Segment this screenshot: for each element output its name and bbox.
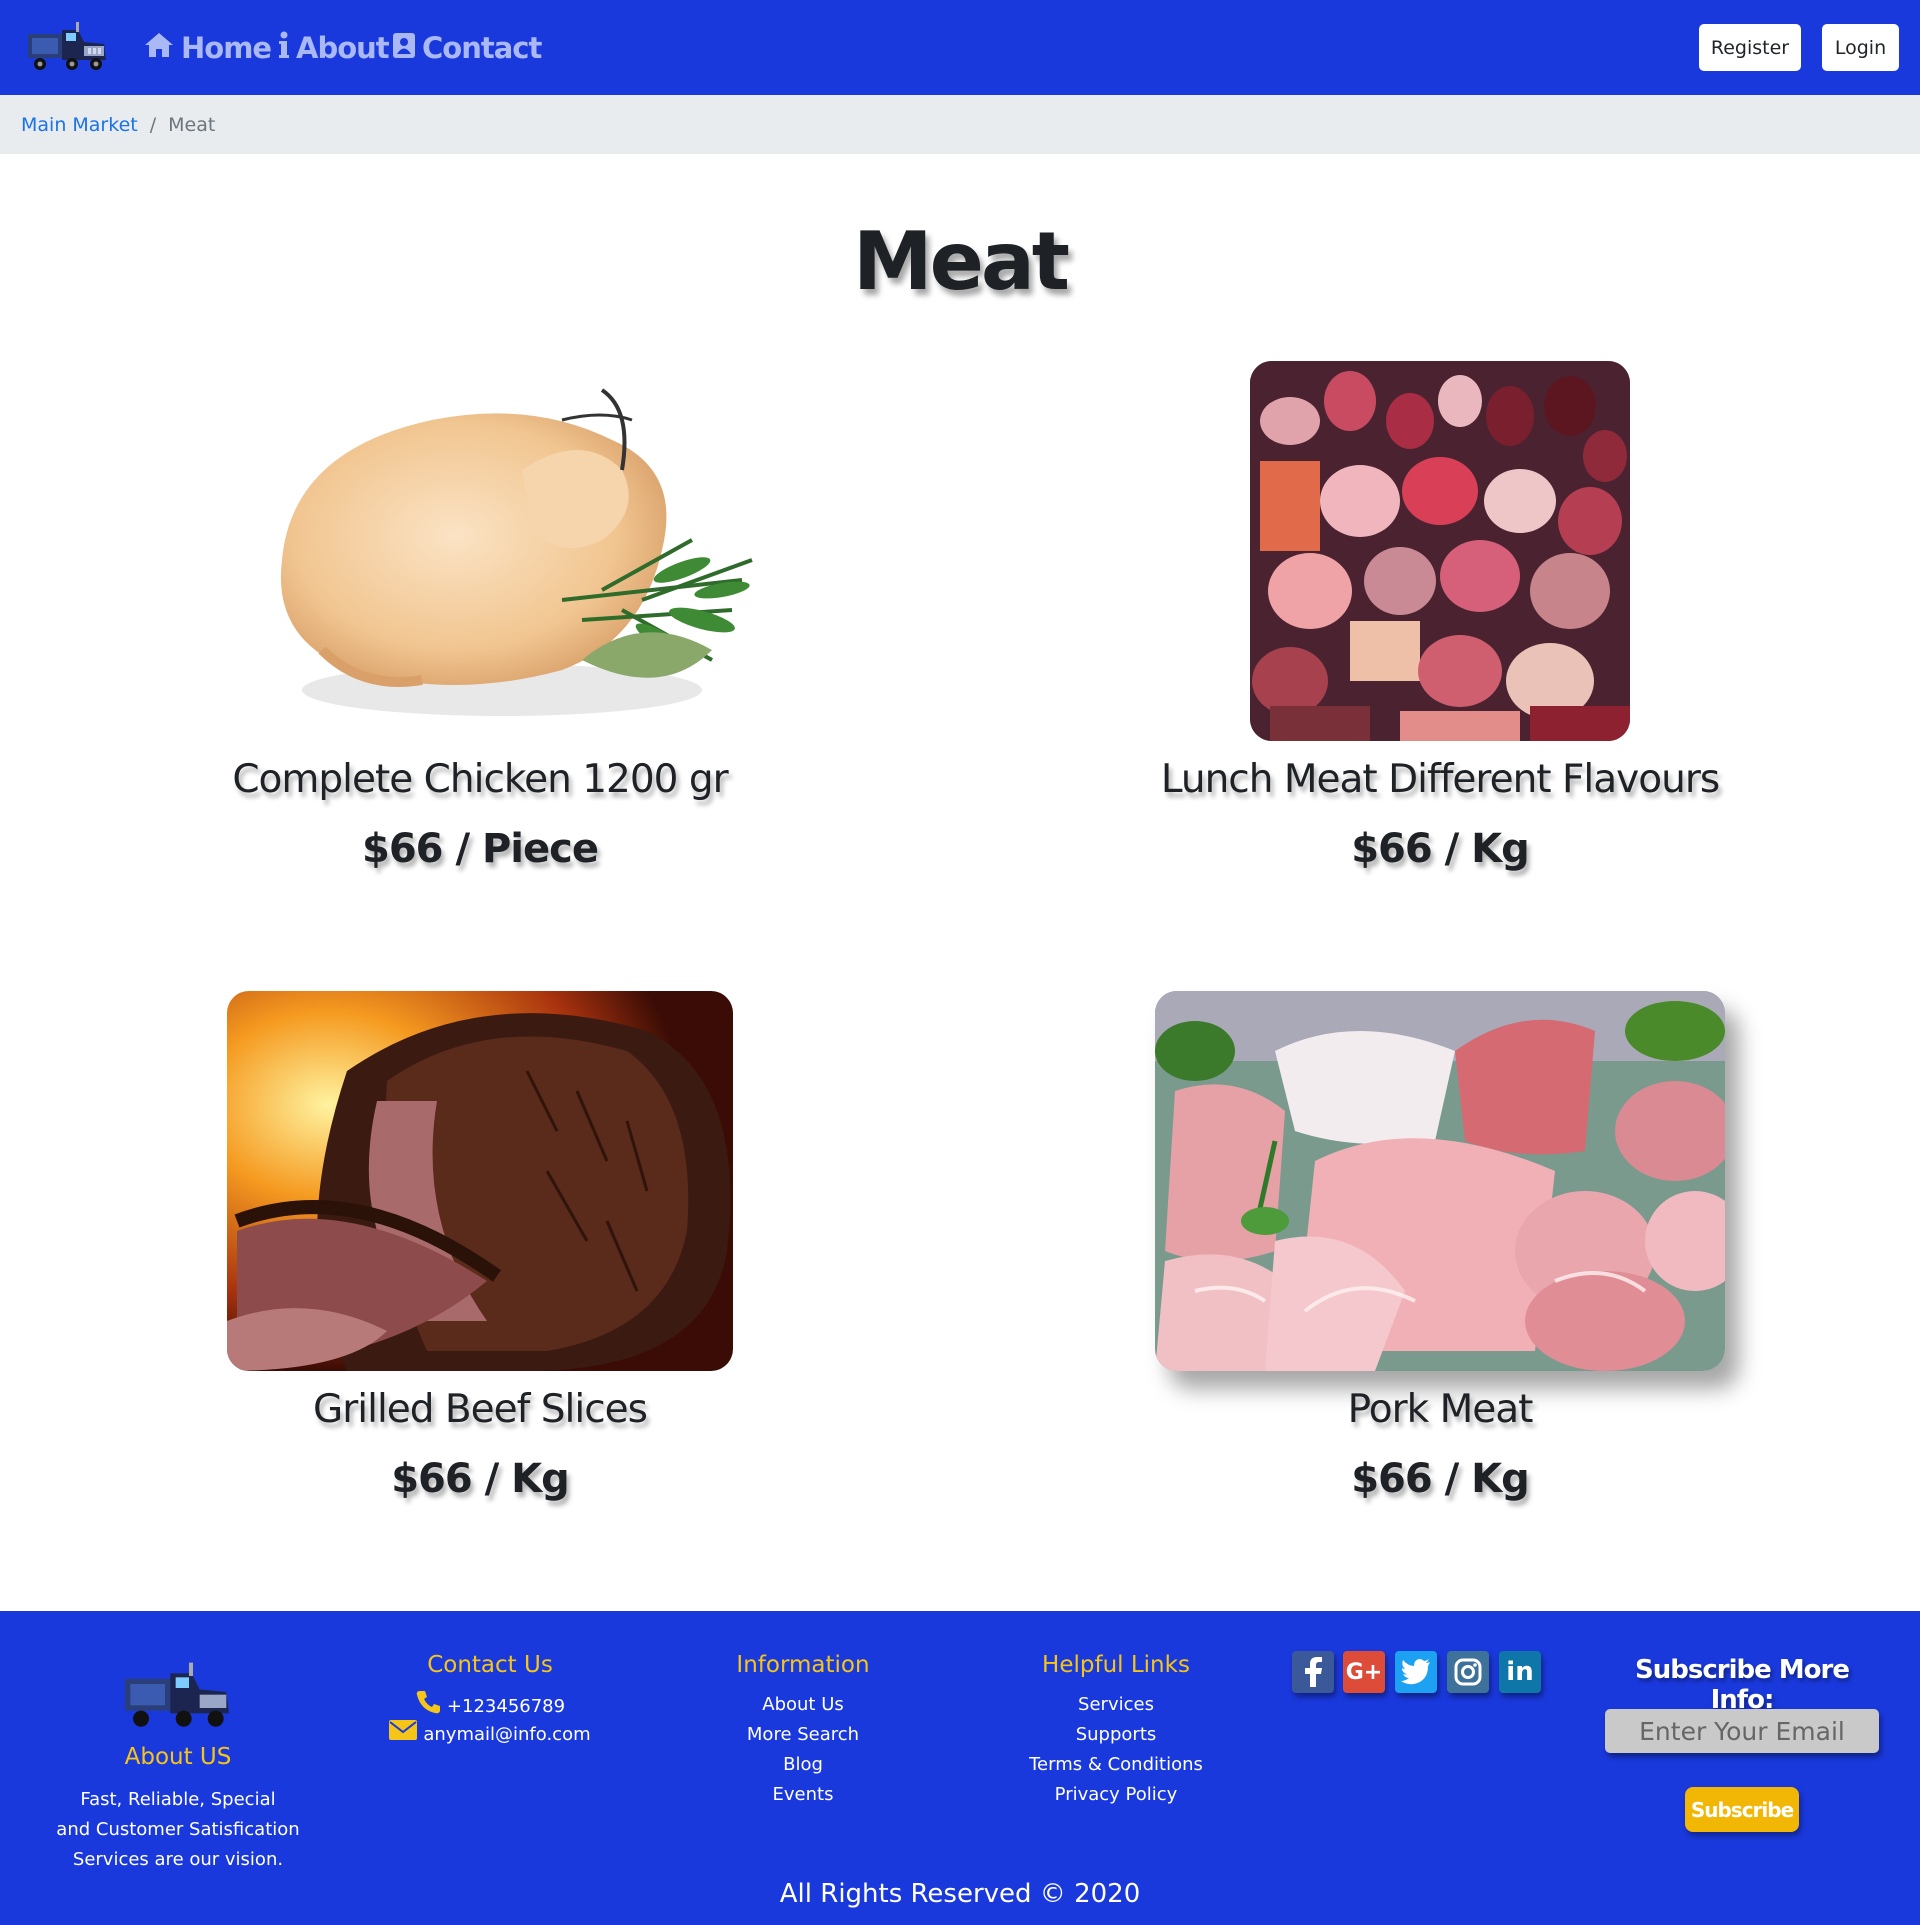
home-icon xyxy=(143,31,175,66)
product-name-chicken: Complete Chicken 1200 gr xyxy=(232,757,728,802)
footer-helpful-heading: Helpful Links xyxy=(1042,1652,1190,1678)
product-price-lunch-meat: $66 / Kg xyxy=(1351,826,1530,872)
register-button[interactable]: Register xyxy=(1699,24,1801,71)
product-name-pork-meat: Pork Meat xyxy=(1347,1387,1534,1432)
pork-meat-image[interactable] xyxy=(1155,991,1725,1371)
product-price-grilled-beef: $66 / Kg xyxy=(391,1456,570,1502)
copyright-text: All Rights Reserved © 2020 xyxy=(779,1879,1141,1909)
phone-icon xyxy=(415,1690,441,1724)
breadcrumb: Main Market / Meat xyxy=(0,95,1920,154)
footer-about-text: Fast, Reliable, Special and Customer Sat… xyxy=(28,1785,328,1875)
footer-phone[interactable]: +123456789 xyxy=(340,1690,640,1724)
page-title: Meat xyxy=(852,215,1070,308)
nav-home-link[interactable]: Home xyxy=(143,26,272,70)
breadcrumb-current: Meat xyxy=(168,113,216,136)
envelope-icon xyxy=(389,1720,418,1750)
product-name-lunch-meat: Lunch Meat Different Flavours xyxy=(1160,757,1720,802)
footer-link-more-search[interactable]: More Search xyxy=(653,1720,953,1750)
facebook-icon[interactable] xyxy=(1292,1651,1334,1693)
footer-about-heading: About US xyxy=(124,1744,232,1770)
footer-link-about-us[interactable]: About Us xyxy=(653,1690,953,1720)
footer-helpful-links: Services Supports Terms & Conditions Pri… xyxy=(966,1690,1266,1810)
subscribe-email-input[interactable] xyxy=(1605,1709,1879,1753)
login-button[interactable]: Login xyxy=(1822,24,1899,71)
footer-about-line: Fast, Reliable, Special xyxy=(80,1789,276,1810)
footer-contact-heading: Contact Us xyxy=(427,1652,553,1678)
footer-link-supports[interactable]: Supports xyxy=(966,1720,1266,1750)
breadcrumb-separator: / xyxy=(149,113,157,136)
footer-email[interactable]: anymail@info.com xyxy=(340,1720,640,1750)
footer-link-services[interactable]: Services xyxy=(966,1690,1266,1720)
instagram-icon[interactable] xyxy=(1447,1651,1489,1693)
grilled-beef-image[interactable] xyxy=(227,991,733,1371)
footer-truck-logo[interactable] xyxy=(122,1660,232,1732)
footer-information-heading: Information xyxy=(736,1652,870,1678)
nav-about-link[interactable]: About xyxy=(278,26,390,70)
product-price-pork-meat: $66 / Kg xyxy=(1351,1456,1530,1502)
footer-link-blog[interactable]: Blog xyxy=(653,1750,953,1780)
footer-about-line: and Customer Satisfication xyxy=(56,1819,300,1840)
twitter-icon[interactable] xyxy=(1395,1651,1437,1693)
subscribe-title: Subscribe More Info: xyxy=(1635,1655,1850,1715)
footer-link-events[interactable]: Events xyxy=(653,1780,953,1810)
footer-information-links: About Us More Search Blog Events xyxy=(653,1690,953,1810)
breadcrumb-main-market-link[interactable]: Main Market xyxy=(21,114,138,136)
footer-phone-text: +123456789 xyxy=(446,1696,566,1717)
footer-link-terms[interactable]: Terms & Conditions xyxy=(966,1750,1266,1780)
lunch-meat-image[interactable] xyxy=(1250,361,1630,741)
chicken-image[interactable] xyxy=(262,360,762,740)
footer-about-line: Services are our vision. xyxy=(72,1849,284,1870)
footer-link-privacy[interactable]: Privacy Policy xyxy=(966,1780,1266,1810)
product-price-chicken: $66 / Piece xyxy=(362,826,599,872)
nav-contact-label: Contact xyxy=(422,31,542,65)
nav-contact-link[interactable]: Contact xyxy=(392,26,542,70)
linkedin-icon[interactable]: in xyxy=(1499,1651,1541,1693)
nav-about-label: About xyxy=(296,31,390,65)
product-name-grilled-beef: Grilled Beef Slices xyxy=(313,1387,648,1432)
address-card-icon xyxy=(392,31,416,66)
info-icon xyxy=(278,31,290,66)
navbar: Home About Contact Register Login xyxy=(0,0,1920,95)
subscribe-button[interactable]: Subscribe xyxy=(1685,1787,1799,1832)
truck-logo[interactable] xyxy=(26,20,108,74)
footer-email-text: anymail@info.com xyxy=(423,1724,591,1745)
google-plus-icon[interactable]: G+ xyxy=(1343,1651,1385,1693)
nav-home-label: Home xyxy=(181,31,272,65)
